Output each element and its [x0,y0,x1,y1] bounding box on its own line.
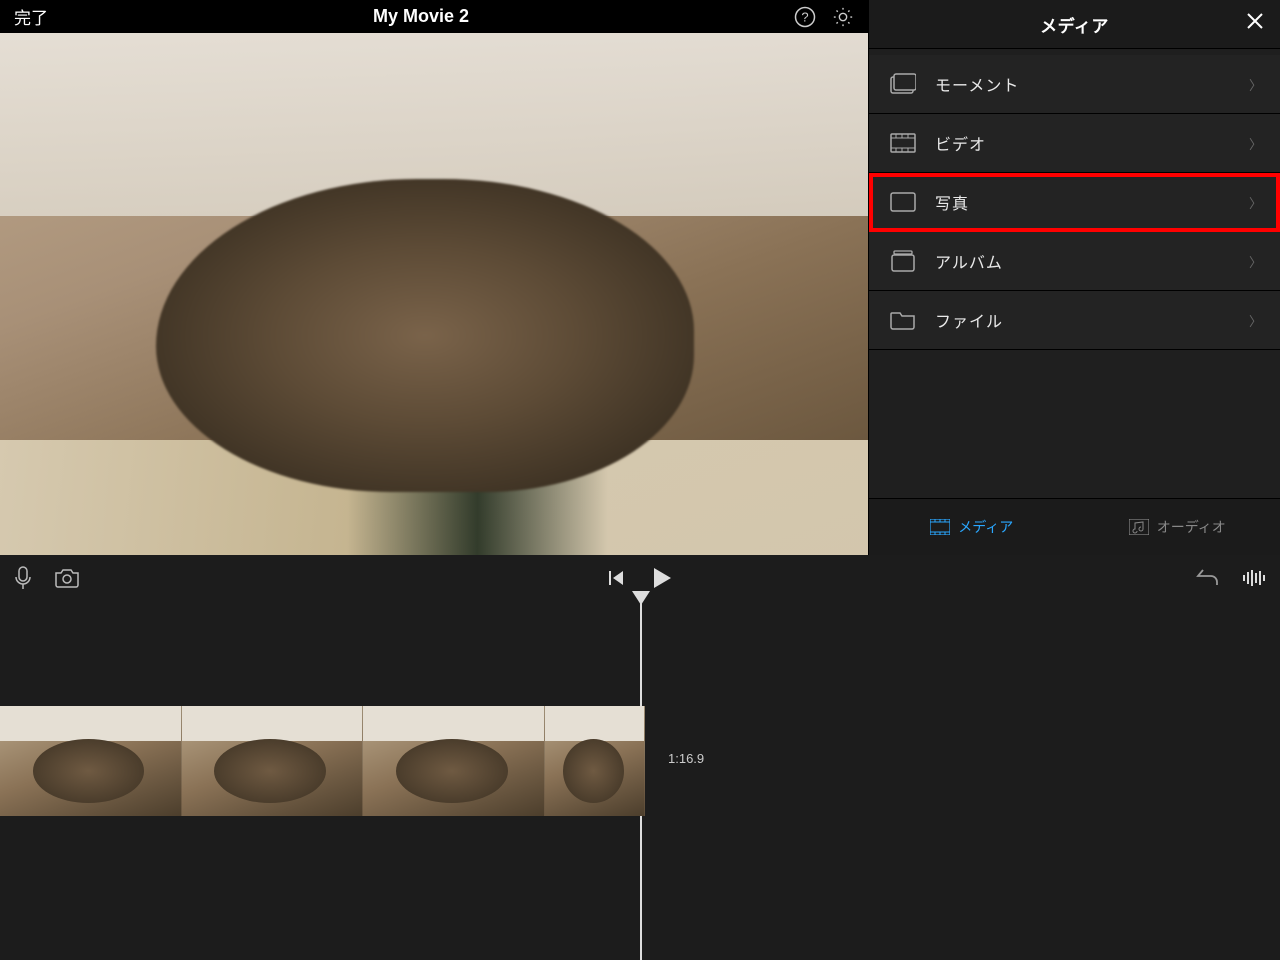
sidebar-item-label: 写真 [935,190,969,214]
albums-icon [889,250,917,272]
close-icon[interactable] [1246,12,1264,30]
moments-icon [889,73,917,95]
sidebar-tabs: メディア オーディオ [869,498,1280,555]
tab-audio[interactable]: オーディオ [1075,499,1280,555]
clip-duration: 1:16.9 [668,751,704,766]
svg-text:?: ? [801,9,808,24]
sidebar-item-label: アルバム [935,249,1003,273]
camera-icon[interactable] [54,568,80,588]
chevron-right-icon: 〉 [1249,134,1262,153]
skip-to-start-icon[interactable] [607,569,625,587]
top-bar: 完了 My Movie 2 ? [0,0,868,33]
clip-thumbnail [0,706,182,816]
play-icon[interactable] [651,566,673,590]
media-type-list: モーメント 〉 ビデオ 〉 写真 〉 ア [869,49,1280,498]
chevron-right-icon: 〉 [1249,75,1262,94]
project-title: My Movie 2 [48,6,794,27]
sidebar-item-video[interactable]: ビデオ 〉 [869,114,1280,173]
settings-gear-icon[interactable] [832,6,854,28]
sidebar-item-label: ビデオ [935,131,986,155]
clip-thumbnail [182,706,364,816]
done-button[interactable]: 完了 [14,4,48,29]
tab-media-label: メディア [958,517,1013,537]
sidebar-item-photo[interactable]: 写真 〉 [869,173,1280,232]
chevron-right-icon: 〉 [1249,252,1262,271]
timeline-panel: 1:16.9 [0,555,1280,960]
microphone-icon[interactable] [14,566,32,590]
preview-area: 完了 My Movie 2 ? [0,0,868,555]
photo-icon [889,191,917,213]
filmstrip-icon [930,519,950,535]
waveform-icon[interactable] [1242,569,1266,587]
timeline[interactable]: 1:16.9 [0,601,1280,960]
music-icon [1129,519,1149,535]
chevron-right-icon: 〉 [1249,311,1262,330]
sidebar-item-moments[interactable]: モーメント 〉 [869,55,1280,114]
sidebar-item-label: ファイル [935,308,1003,332]
video-preview[interactable] [0,33,868,555]
sidebar-title: メディア [1040,12,1109,37]
chevron-right-icon: 〉 [1249,193,1262,212]
video-icon [889,132,917,154]
tab-audio-label: オーディオ [1157,517,1226,537]
folder-icon [889,309,917,331]
tab-media[interactable]: メディア [869,499,1075,555]
help-icon[interactable]: ? [794,6,816,28]
sidebar-item-albums[interactable]: アルバム 〉 [869,232,1280,291]
clip-thumbnail [363,706,545,816]
sidebar-item-label: モーメント [935,72,1019,96]
media-sidebar: メディア モーメント 〉 ビデオ 〉 [868,0,1280,555]
video-clip[interactable] [0,706,645,816]
sidebar-item-files[interactable]: ファイル 〉 [869,291,1280,350]
undo-icon[interactable] [1196,568,1220,588]
clip-thumbnail [545,706,645,816]
sidebar-header: メディア [869,0,1280,49]
